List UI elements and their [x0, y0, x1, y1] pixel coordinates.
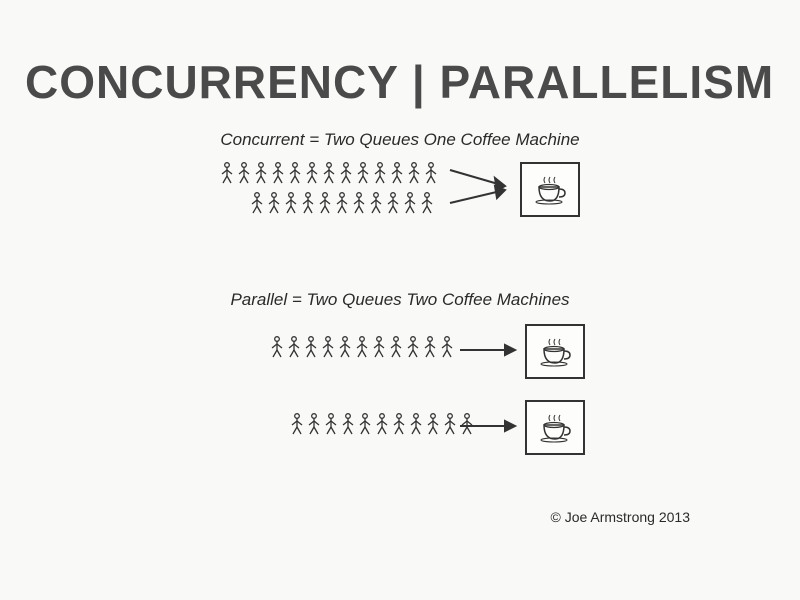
coffee-cup-icon	[538, 337, 572, 367]
parallel-queue-1	[270, 336, 454, 358]
slide-title: CONCURRENCY | PARALLELISM	[0, 0, 800, 109]
stick-figure-icon	[406, 336, 420, 358]
stick-figure-icon	[321, 336, 335, 358]
stick-figure-icon	[288, 162, 302, 184]
stick-figure-icon	[375, 413, 389, 435]
coffee-machine-box	[525, 324, 585, 379]
stick-figure-icon	[338, 336, 352, 358]
coffee-cup-icon	[533, 175, 567, 205]
arrow-icon	[460, 416, 520, 436]
attribution: © Joe Armstrong 2013	[550, 509, 690, 525]
stick-figure-icon	[407, 162, 421, 184]
concurrent-diagram	[0, 158, 800, 228]
stick-figure-icon	[237, 162, 251, 184]
stick-figure-icon	[284, 192, 298, 214]
stick-figure-icon	[424, 162, 438, 184]
stick-figure-icon	[271, 162, 285, 184]
stick-figure-icon	[307, 413, 321, 435]
stick-figure-icon	[290, 413, 304, 435]
stick-figure-icon	[287, 336, 301, 358]
stick-figure-icon	[339, 162, 353, 184]
stick-figure-icon	[409, 413, 423, 435]
stick-figure-icon	[270, 336, 284, 358]
stick-figure-icon	[358, 413, 372, 435]
arrow-icon	[445, 158, 515, 218]
stick-figure-icon	[335, 192, 349, 214]
stick-figure-icon	[372, 336, 386, 358]
concurrent-caption: Concurrent = Two Queues One Coffee Machi…	[0, 130, 800, 150]
arrow-icon	[460, 340, 520, 360]
stick-figure-icon	[356, 162, 370, 184]
stick-figure-icon	[403, 192, 417, 214]
stick-figure-icon	[267, 192, 281, 214]
stick-figure-icon	[426, 413, 440, 435]
stick-figure-icon	[443, 413, 457, 435]
stick-figure-icon	[420, 192, 434, 214]
stick-figure-icon	[305, 162, 319, 184]
stick-figure-icon	[440, 336, 454, 358]
coffee-machine-box	[525, 400, 585, 455]
stick-figure-icon	[301, 192, 315, 214]
stick-figure-icon	[386, 192, 400, 214]
concurrent-queue-1	[220, 162, 438, 184]
stick-figure-icon	[250, 192, 264, 214]
parallel-queue-2	[290, 413, 474, 435]
stick-figure-icon	[352, 192, 366, 214]
stick-figure-icon	[390, 162, 404, 184]
stick-figure-icon	[373, 162, 387, 184]
parallel-caption: Parallel = Two Queues Two Coffee Machine…	[0, 290, 800, 310]
stick-figure-icon	[318, 192, 332, 214]
stick-figure-icon	[369, 192, 383, 214]
concurrent-queue-2	[250, 192, 434, 214]
coffee-machine-box	[520, 162, 580, 217]
stick-figure-icon	[254, 162, 268, 184]
stick-figure-icon	[322, 162, 336, 184]
stick-figure-icon	[389, 336, 403, 358]
stick-figure-icon	[355, 336, 369, 358]
stick-figure-icon	[423, 336, 437, 358]
stick-figure-icon	[392, 413, 406, 435]
concurrent-section: Concurrent = Two Queues One Coffee Machi…	[0, 130, 800, 228]
coffee-cup-icon	[538, 413, 572, 443]
parallel-diagram	[0, 318, 800, 468]
parallel-section: Parallel = Two Queues Two Coffee Machine…	[0, 290, 800, 468]
stick-figure-icon	[341, 413, 355, 435]
stick-figure-icon	[304, 336, 318, 358]
stick-figure-icon	[324, 413, 338, 435]
stick-figure-icon	[220, 162, 234, 184]
